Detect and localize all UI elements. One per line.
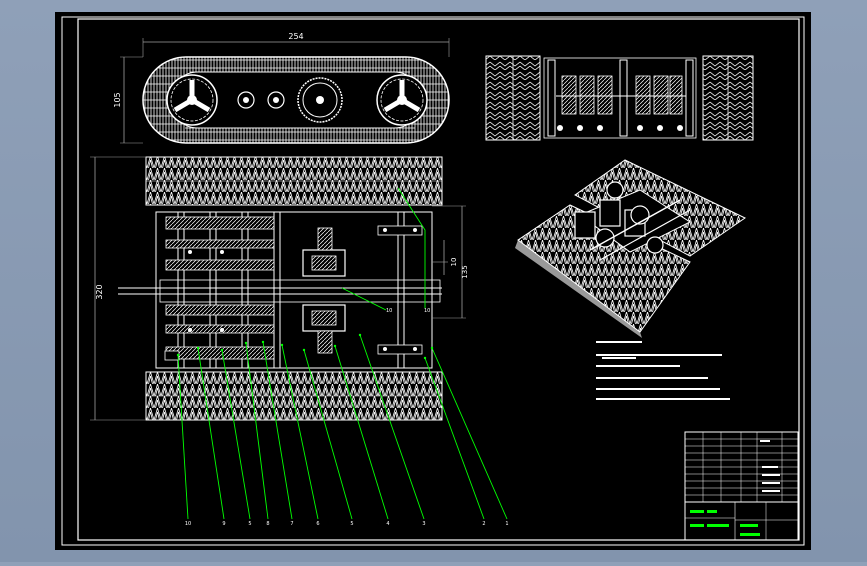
callout-label-8: 4 (386, 521, 389, 527)
callout-label-4: 8 (266, 521, 269, 527)
dimension-side-small-label: 10 (450, 258, 458, 267)
center-gear (297, 77, 343, 123)
drive-sprocket-left (166, 74, 218, 126)
callout-label-7: 5 (350, 521, 353, 527)
leader-dot-9 (358, 333, 362, 337)
cad-drawing: 254 105 320 10 135 10 9 5 8 7 6 5 4 3 2 … (55, 12, 811, 550)
leader-dot-6 (280, 343, 284, 347)
leader-dot-11 (430, 346, 434, 350)
callout-right-upper: 10 (424, 308, 430, 314)
callout-label-11: 1 (505, 521, 508, 527)
drive-sprocket-right (376, 74, 428, 126)
callout-label-9: 3 (422, 521, 425, 527)
callout-right-mid: 10 (386, 308, 392, 314)
leader-dot-10 (423, 356, 427, 360)
side-view (142, 56, 450, 144)
leader-dot-5 (261, 340, 265, 344)
dimension-plan-width-label: 320 (95, 284, 104, 299)
dimension-top-width-label: 254 (288, 32, 303, 41)
leader-dot-3 (220, 348, 224, 352)
leader-dot-1 (176, 353, 180, 357)
leader-dot-8 (333, 344, 337, 348)
callout-label-3: 5 (248, 521, 251, 527)
callout-label-6: 6 (316, 521, 319, 527)
callout-label-1: 10 (185, 521, 191, 527)
cad-drawing-viewport[interactable]: 254 105 320 10 135 10 9 5 8 7 6 5 4 3 2 … (0, 0, 867, 562)
callout-label-2: 9 (222, 521, 225, 527)
plan-view (118, 156, 443, 421)
callout-label-10: 2 (482, 521, 485, 527)
callout-label-5: 7 (290, 521, 293, 527)
leader-dot-4 (244, 341, 248, 345)
leader-dot-2 (196, 346, 200, 350)
leader-dot-7 (302, 348, 306, 352)
dimension-left-height-label: 105 (113, 92, 122, 107)
dimension-side-large-label: 135 (461, 265, 469, 278)
